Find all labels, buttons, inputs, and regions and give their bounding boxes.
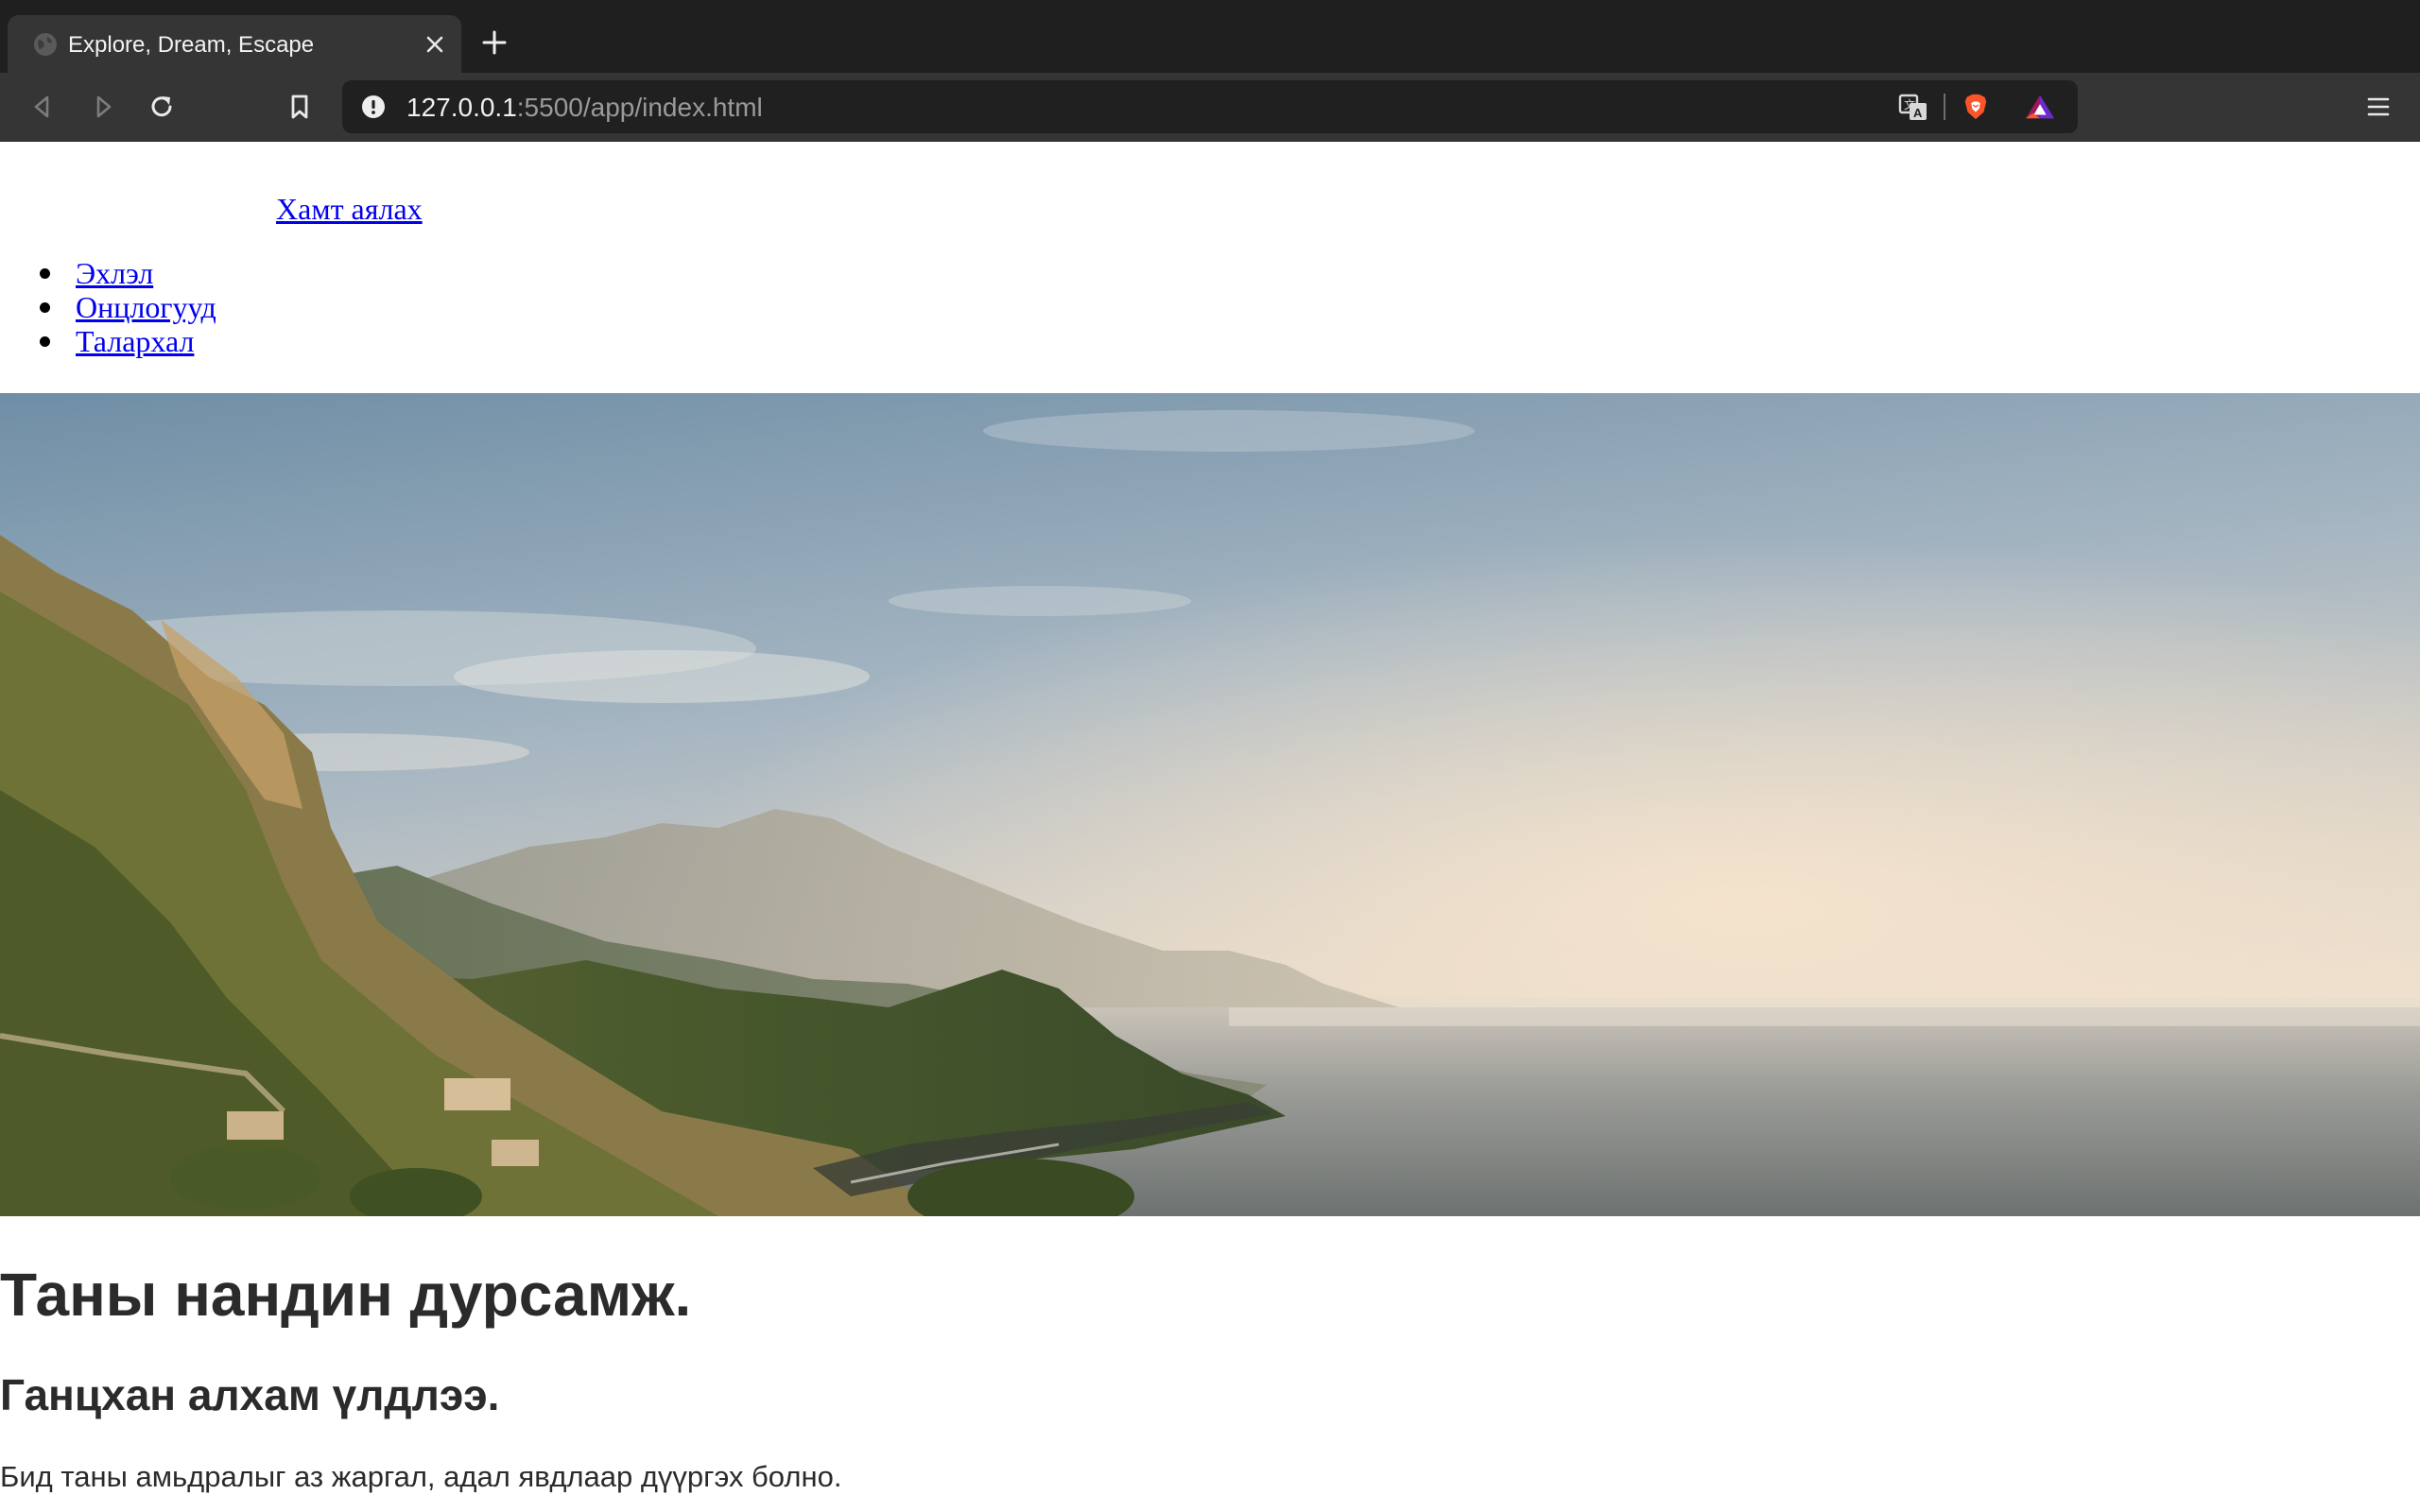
close-icon[interactable]: [422, 31, 448, 58]
url-host: 127.0.0.1: [406, 93, 517, 122]
nav-link-testimonials[interactable]: Талархал: [76, 324, 194, 358]
nav-link-features[interactable]: Онцлогууд: [76, 290, 216, 324]
svg-text:A: A: [1913, 106, 1923, 120]
coastal-landscape-photo: [0, 393, 2420, 1216]
brave-shield-icon[interactable]: [1961, 93, 1991, 121]
forward-icon[interactable]: [87, 91, 119, 123]
back-icon[interactable]: [26, 91, 59, 123]
translate-icon[interactable]: 文 A: [1898, 93, 1928, 121]
address-bar-divider: [1944, 94, 1945, 120]
list-bullet: [40, 268, 50, 279]
bookmark-icon[interactable]: [284, 91, 316, 123]
main-nav: Эхлэл Онцлогууд Талархал: [0, 256, 216, 358]
page-paragraph: Бид таны амьдралыг аз жаргал, адал явдла…: [0, 1460, 842, 1493]
nav-item-testimonials: Талархал: [0, 324, 216, 358]
list-bullet: [40, 336, 50, 347]
nav-item-home: Эхлэл: [0, 256, 216, 290]
page-subheadline: Ганцхан алхам үлдлээ.: [0, 1370, 500, 1419]
globe-icon: [34, 33, 57, 56]
page-viewport: Хамт аялах Эхлэл Онцлогууд Талархал Таны…: [0, 142, 2420, 1512]
hero-image: [0, 393, 2420, 1216]
nav-item-features: Онцлогууд: [0, 290, 216, 324]
url-path: :5500/app/index.html: [516, 93, 763, 122]
brand-link[interactable]: Хамт аялах: [276, 191, 423, 227]
page-headline: Таны нандин дурсамж.: [0, 1261, 692, 1329]
browser-tab-strip: Explore, Dream, Escape: [0, 0, 2420, 73]
info-icon[interactable]: [361, 94, 386, 119]
browser-tab[interactable]: Explore, Dream, Escape: [8, 15, 461, 73]
nav-link-home[interactable]: Эхлэл: [76, 256, 153, 290]
reload-icon[interactable]: [146, 91, 178, 123]
browser-toolbar: 127.0.0.1:5500/app/index.html 文 A: [0, 73, 2420, 142]
url-text: 127.0.0.1:5500/app/index.html: [406, 94, 763, 122]
tab-title: Explore, Dream, Escape: [68, 32, 315, 58]
new-tab-icon[interactable]: [480, 28, 509, 57]
list-bullet: [40, 302, 50, 313]
menu-icon[interactable]: [2363, 92, 2394, 122]
brave-rewards-icon[interactable]: [2023, 93, 2057, 121]
address-bar[interactable]: 127.0.0.1:5500/app/index.html 文 A: [342, 80, 2078, 133]
